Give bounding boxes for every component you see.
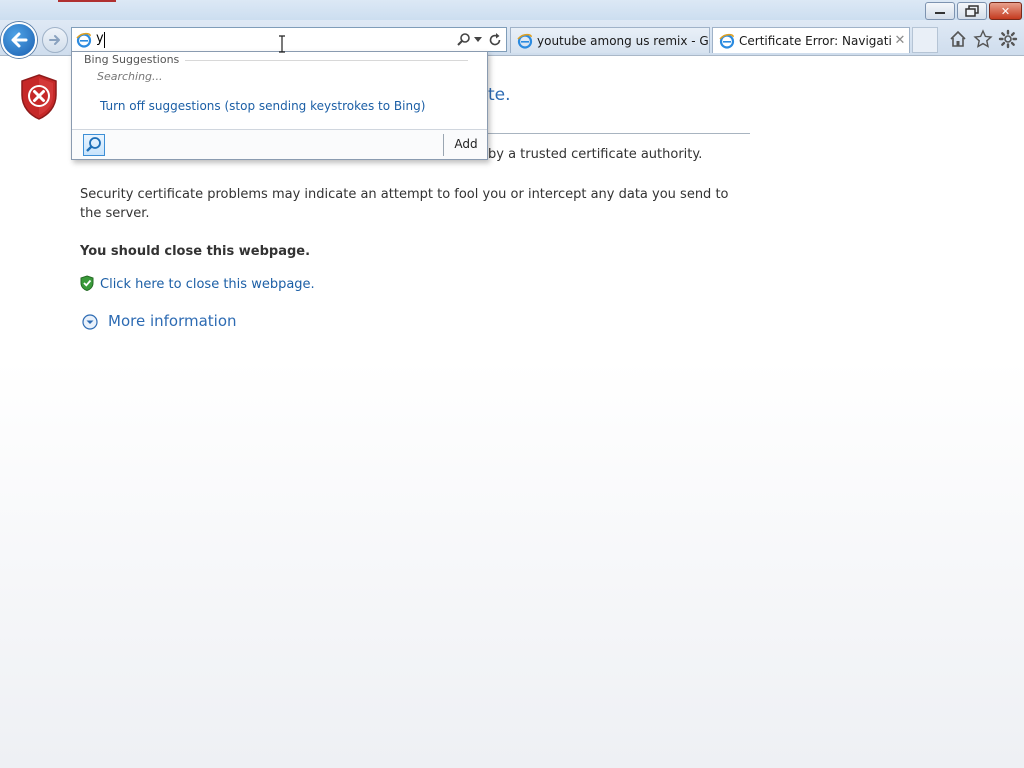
ie-logo-icon bbox=[719, 33, 735, 49]
turn-off-suggestions-link[interactable]: Turn off suggestions (stop sending keyst… bbox=[100, 99, 425, 113]
error-shield-icon bbox=[21, 74, 57, 120]
suggestions-heading: Bing Suggestions bbox=[84, 53, 186, 66]
ie-logo-icon bbox=[517, 33, 533, 49]
text-caret bbox=[104, 32, 105, 48]
add-search-provider-button[interactable]: Add bbox=[450, 137, 482, 151]
tab-label: Certificate Error: Navigatio... bbox=[739, 33, 891, 48]
tab-certificate-error[interactable]: Certificate Error: Navigatio... ✕ bbox=[712, 27, 910, 53]
restore-button[interactable] bbox=[957, 2, 987, 20]
new-tab-button[interactable] bbox=[912, 27, 938, 53]
suggestions-status: Searching... bbox=[97, 70, 163, 83]
minimize-icon bbox=[935, 12, 945, 14]
back-button[interactable] bbox=[1, 22, 37, 58]
title-accent bbox=[58, 0, 116, 2]
address-bar[interactable]: y bbox=[71, 27, 507, 52]
search-suggestions-dropdown: Bing Suggestions Searching... Turn off s… bbox=[71, 51, 488, 160]
text-cursor-icon bbox=[279, 35, 285, 53]
minimize-button[interactable] bbox=[925, 2, 955, 20]
search-icon bbox=[86, 137, 101, 152]
page-heading-tail: te. bbox=[488, 85, 511, 105]
refresh-icon[interactable] bbox=[487, 32, 503, 48]
close-webpage-link[interactable]: Click here to close this webpage. bbox=[100, 277, 315, 292]
certificate-issue-text: by a trusted certificate authority. bbox=[488, 147, 703, 162]
expand-circle-icon[interactable] bbox=[82, 314, 98, 330]
close-tab-icon[interactable]: ✕ bbox=[891, 33, 909, 48]
search-icon[interactable] bbox=[456, 32, 472, 48]
forward-button[interactable] bbox=[42, 27, 68, 53]
close-icon: ✕ bbox=[1000, 4, 1011, 18]
suggestions-footer: Add bbox=[72, 129, 487, 159]
tab-label: youtube among us remix - Go... bbox=[537, 33, 709, 48]
address-input[interactable]: y bbox=[96, 31, 104, 46]
tab-youtube-search[interactable]: youtube among us remix - Go... bbox=[510, 27, 710, 53]
back-arrow-icon bbox=[11, 32, 28, 48]
close-window-button[interactable]: ✕ bbox=[989, 2, 1022, 20]
gear-icon[interactable] bbox=[998, 29, 1018, 49]
ie-logo-icon bbox=[76, 32, 92, 48]
restore-icon bbox=[965, 5, 979, 17]
green-shield-icon bbox=[80, 275, 94, 291]
close-advice-text: You should close this webpage. bbox=[80, 244, 311, 259]
home-icon[interactable] bbox=[948, 29, 968, 49]
more-information-link[interactable]: More information bbox=[108, 312, 237, 330]
chevron-down-icon[interactable] bbox=[474, 37, 482, 43]
forward-arrow-icon bbox=[49, 35, 60, 45]
footer-divider bbox=[443, 134, 444, 156]
favorites-star-icon[interactable] bbox=[973, 29, 993, 49]
search-provider-button[interactable] bbox=[83, 134, 105, 156]
security-warning-text: Security certificate problems may indica… bbox=[80, 187, 729, 221]
